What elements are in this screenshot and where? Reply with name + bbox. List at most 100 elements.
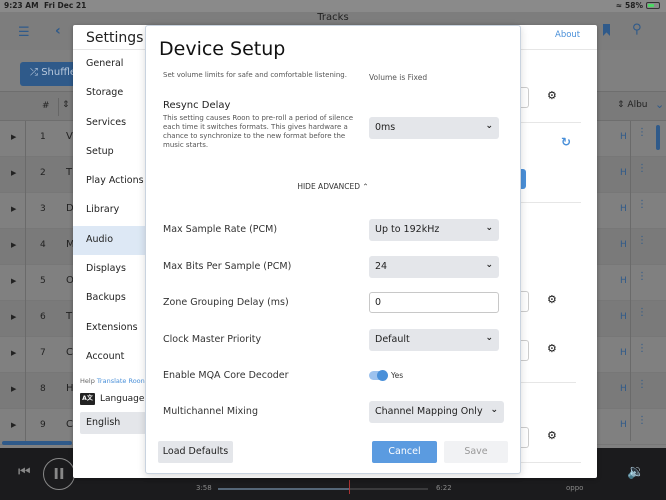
pause-button[interactable]: II xyxy=(43,458,75,490)
more-options-icon[interactable]: ⋮ xyxy=(637,344,647,354)
refresh-icon[interactable]: ↻ xyxy=(561,135,571,149)
more-options-icon[interactable]: ⋮ xyxy=(637,416,647,426)
track-title[interactable]: C xyxy=(66,347,73,358)
multichannel-mixing-select[interactable]: Channel Mapping Only ⌄ xyxy=(369,401,504,423)
help-label: Help xyxy=(80,377,95,385)
load-defaults-button[interactable]: Load Defaults xyxy=(158,441,233,463)
shuffle-button[interactable]: ⤮ Shuffle xyxy=(20,62,80,86)
translate-link[interactable]: Translate Roon xyxy=(97,377,145,385)
column-divider xyxy=(25,121,26,441)
input-field[interactable] xyxy=(521,427,529,448)
more-options-icon[interactable]: ⋮ xyxy=(637,200,647,210)
search-icon[interactable]: ⚲ xyxy=(632,22,642,37)
input-field[interactable] xyxy=(521,291,529,312)
hide-advanced-toggle[interactable]: HIDE ADVANCED ⌃ xyxy=(146,182,520,191)
play-icon[interactable]: ▶ xyxy=(11,241,16,249)
play-icon[interactable]: ▶ xyxy=(11,169,16,177)
play-icon[interactable]: ▶ xyxy=(11,133,16,141)
sort-icon[interactable]: ⇕ xyxy=(62,100,70,110)
more-options-icon[interactable]: ⋮ xyxy=(637,380,647,390)
divider xyxy=(521,122,581,123)
mqa-decoder-toggle[interactable] xyxy=(369,370,388,381)
settings-nav-backups[interactable]: Backups xyxy=(73,284,145,313)
settings-nav-general[interactable]: General xyxy=(73,50,145,79)
column-album[interactable]: ⇕ Albu xyxy=(617,100,647,110)
more-options-icon[interactable]: ⋮ xyxy=(637,236,647,246)
play-icon[interactable]: ▶ xyxy=(11,349,16,357)
wifi-icon: ≈ xyxy=(615,1,623,10)
settings-nav-account[interactable]: Account xyxy=(73,343,145,372)
battery-icon xyxy=(646,2,660,9)
cancel-button[interactable]: Cancel xyxy=(372,441,437,463)
volume-icon[interactable]: 🔉 xyxy=(627,464,644,480)
chevron-down-icon: ⌄ xyxy=(485,260,493,270)
play-icon[interactable]: ▶ xyxy=(11,313,16,321)
gears-icon[interactable]: ⚙ xyxy=(547,429,557,442)
zone-grouping-delay-input[interactable]: 0 xyxy=(369,292,499,313)
track-title[interactable]: V xyxy=(66,131,73,142)
settings-nav-storage[interactable]: Storage xyxy=(73,79,145,108)
track-title[interactable]: T xyxy=(66,167,72,178)
previous-track-icon[interactable]: ⏮ xyxy=(18,464,31,480)
input-field[interactable] xyxy=(521,87,529,108)
clock-master-priority-value: Default xyxy=(375,334,410,345)
dialog-title: Device Setup xyxy=(159,38,286,60)
help-translate: Help Translate Roon xyxy=(80,377,146,385)
play-icon[interactable]: ▶ xyxy=(11,421,16,429)
track-number: 9 xyxy=(40,420,46,430)
seek-progress xyxy=(218,488,350,490)
settings-nav-setup[interactable]: Setup xyxy=(73,138,145,167)
play-icon[interactable]: ▶ xyxy=(11,205,16,213)
play-icon[interactable]: ▶ xyxy=(11,385,16,393)
app-title: Tracks xyxy=(317,12,349,23)
max-sample-rate-label: Max Sample Rate (PCM) xyxy=(163,224,278,235)
more-options-icon[interactable]: ⋮ xyxy=(637,164,647,174)
shuffle-label: Shuffle xyxy=(41,67,77,78)
gears-icon[interactable]: ⚙​ xyxy=(547,89,557,102)
language-select[interactable]: English xyxy=(80,412,146,434)
resync-delay-select[interactable]: 0ms ⌄ xyxy=(369,117,499,139)
seek-head[interactable] xyxy=(349,480,351,494)
seek-bar[interactable] xyxy=(218,480,428,494)
settings-nav-extensions[interactable]: Extensions xyxy=(73,314,145,343)
input-field[interactable] xyxy=(521,340,529,361)
settings-nav-services[interactable]: Services xyxy=(73,109,145,138)
max-bits-label: Max Bits Per Sample (PCM) xyxy=(163,261,292,272)
save-button[interactable]: Save xyxy=(444,441,508,463)
bookmark-icon[interactable] xyxy=(603,24,610,36)
chevron-left-icon[interactable]: ‹ xyxy=(55,23,61,39)
play-icon[interactable]: ▶ xyxy=(11,277,16,285)
more-options-icon[interactable]: ⋮ xyxy=(637,308,647,318)
gears-icon[interactable]: ⚙ xyxy=(547,342,557,355)
zone-name[interactable]: oppo xyxy=(566,484,583,492)
blue-button-edge[interactable] xyxy=(521,169,526,189)
shuffle-icon: ⤮ xyxy=(30,67,38,78)
chevron-down-icon[interactable]: ⌄ xyxy=(655,98,664,111)
max-sample-rate-select[interactable]: Up to 192kHz ⌄ xyxy=(369,219,499,241)
column-divider xyxy=(58,98,59,116)
vertical-scrollbar[interactable] xyxy=(656,125,660,150)
settings-nav-displays[interactable]: Displays xyxy=(73,255,145,284)
settings-nav-play-actions[interactable]: Play Actions xyxy=(73,167,145,196)
hamburger-icon[interactable]: ☰ xyxy=(18,25,30,40)
battery-fill xyxy=(648,4,654,7)
settings-nav-library[interactable]: Library xyxy=(73,196,145,225)
battery-percent: 58% xyxy=(625,1,643,10)
more-options-icon[interactable]: ⋮ xyxy=(637,128,647,138)
divider xyxy=(521,382,576,383)
about-link[interactable]: About xyxy=(555,30,580,40)
track-title[interactable]: C xyxy=(66,419,73,430)
clock-master-priority-label: Clock Master Priority xyxy=(163,334,262,345)
max-bits-select[interactable]: 24 ⌄ xyxy=(369,256,499,278)
horizontal-scrollbar[interactable] xyxy=(2,441,72,445)
more-options-icon[interactable]: ⋮ xyxy=(637,272,647,282)
settings-nav-audio[interactable]: Audio xyxy=(73,225,145,256)
chevron-down-icon: ⌄ xyxy=(485,121,493,131)
column-number[interactable]: # xyxy=(42,101,50,111)
gears-icon[interactable]: ⚙ xyxy=(547,293,557,306)
elapsed-time: 3:58 xyxy=(196,484,212,492)
track-trailing: H xyxy=(620,240,627,250)
clock-master-priority-select[interactable]: Default ⌄ xyxy=(369,329,499,351)
track-title[interactable]: T xyxy=(66,311,72,322)
track-trailing: H xyxy=(620,384,627,394)
